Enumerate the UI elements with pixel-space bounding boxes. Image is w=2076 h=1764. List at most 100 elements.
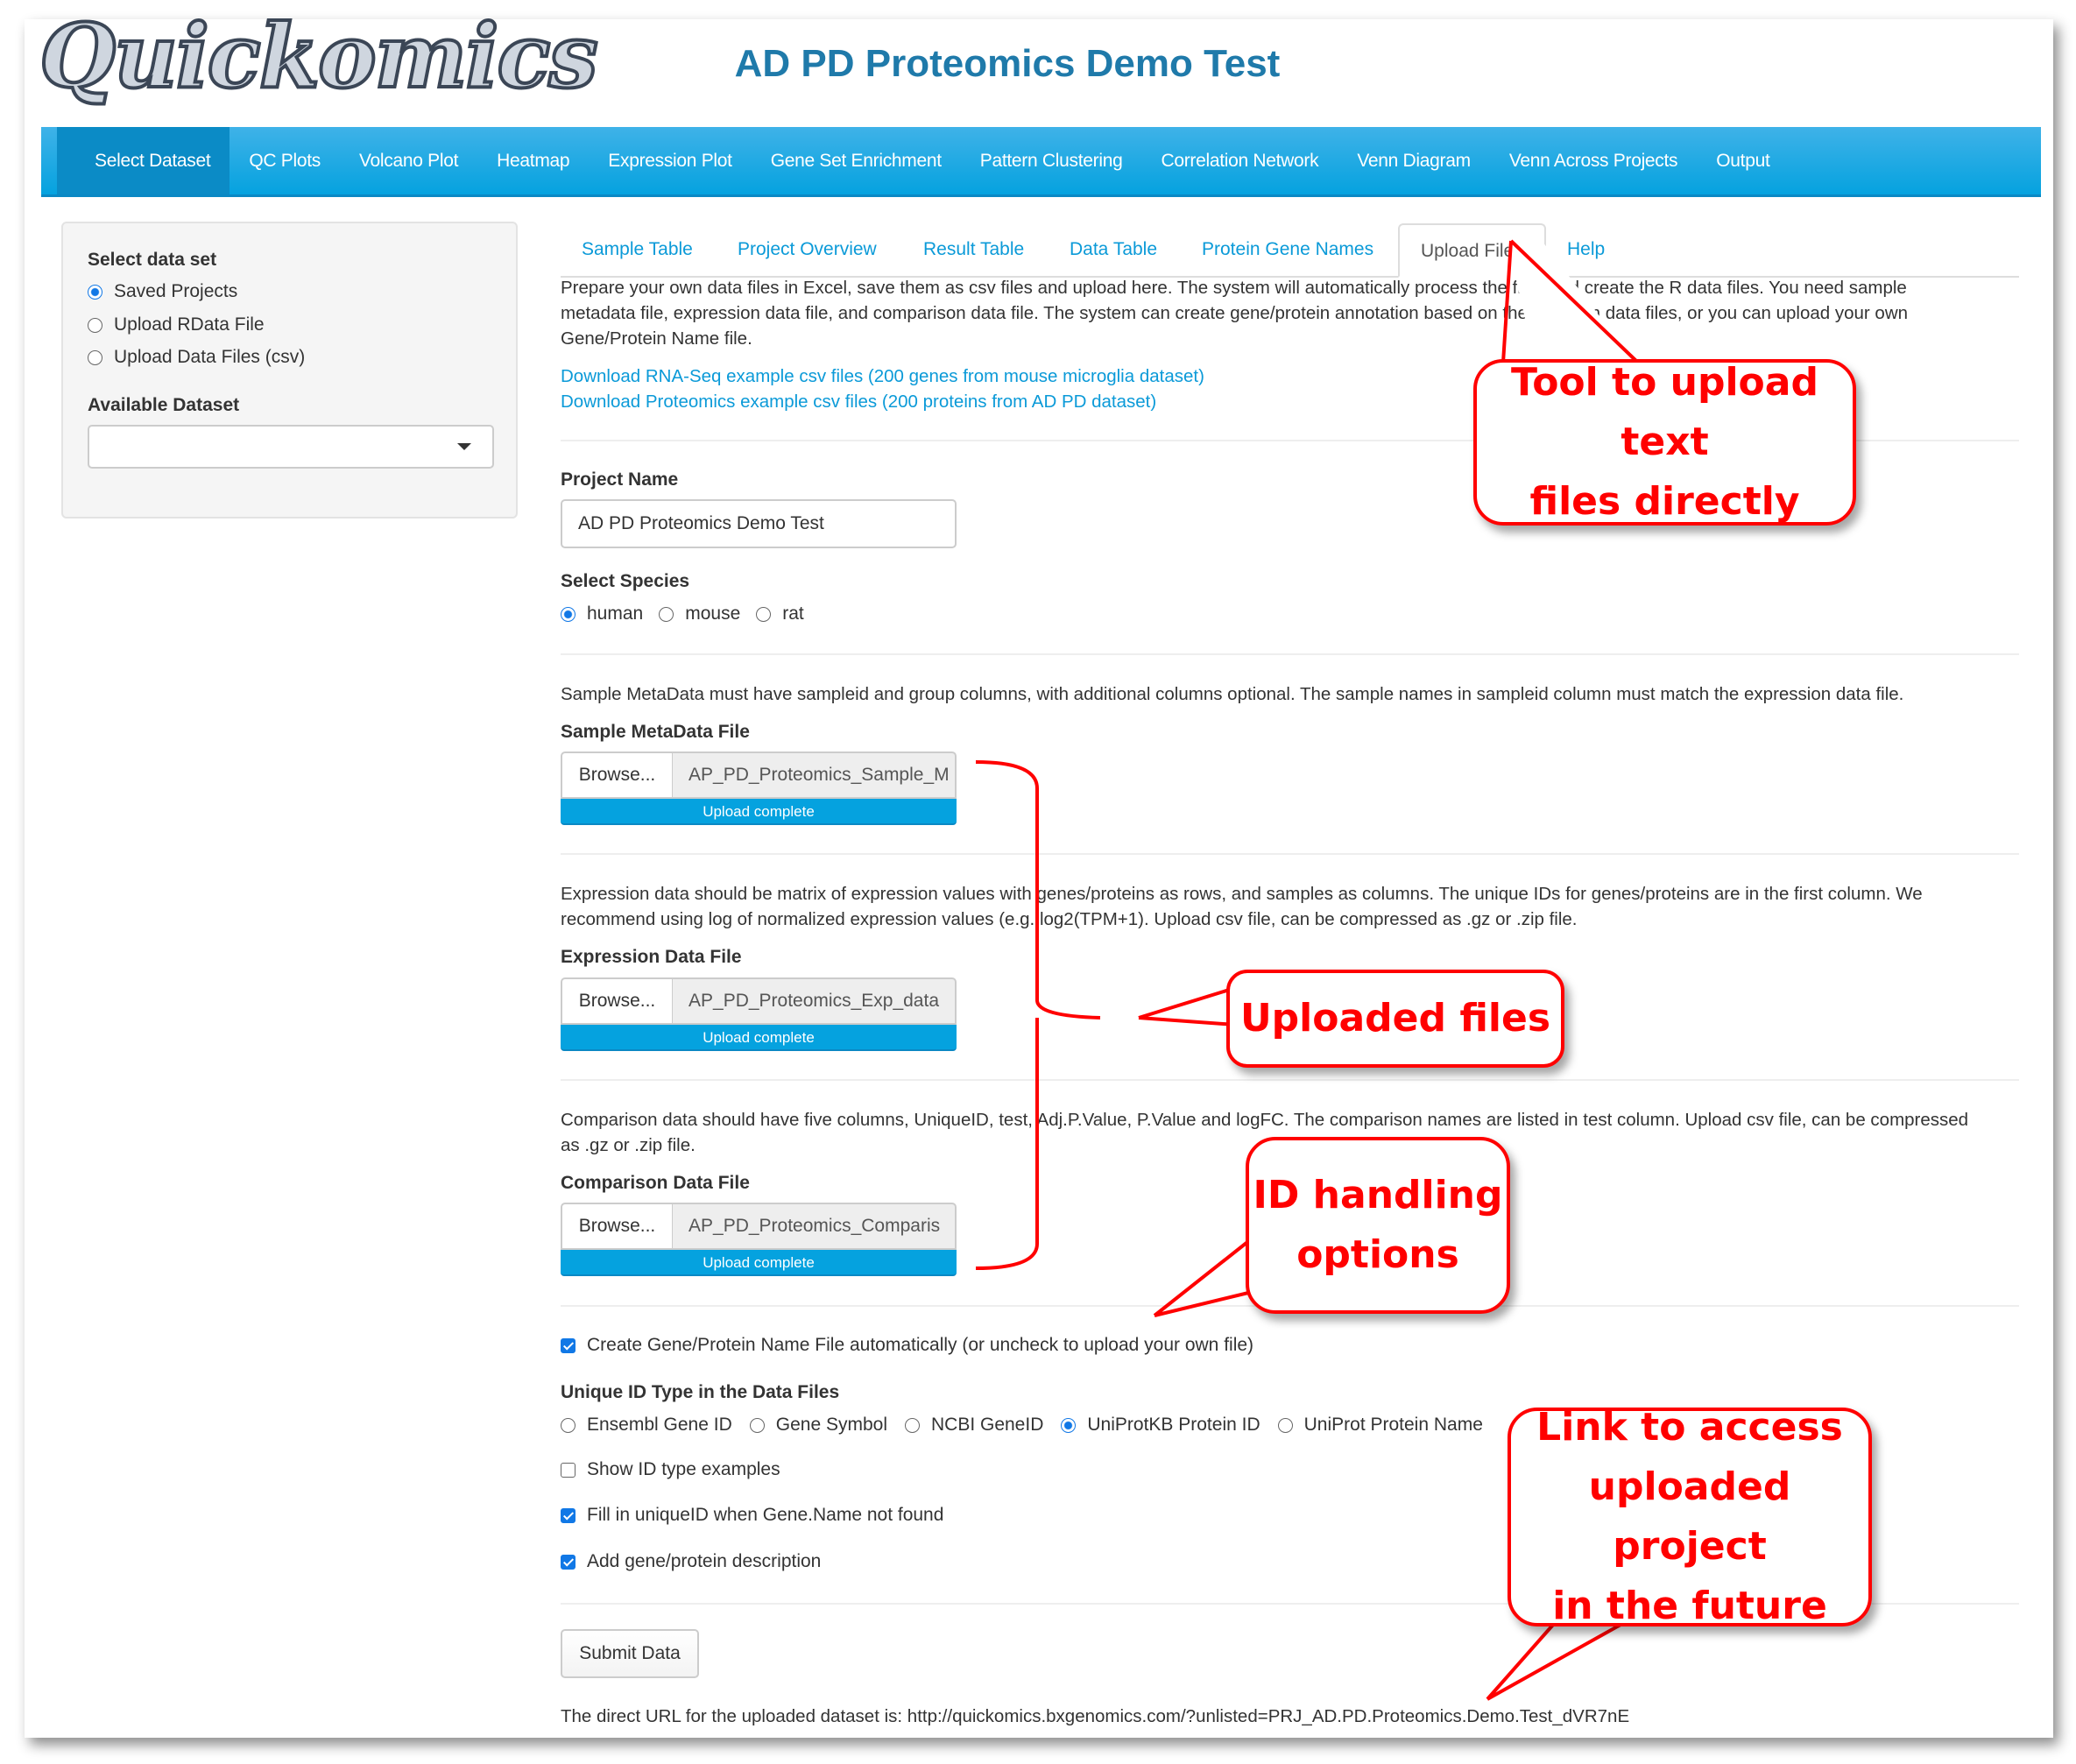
project-name-input[interactable]: AD PD Proteomics Demo Test [561,499,957,548]
tab-upload-files[interactable]: Upload Files [1398,223,1546,278]
metadata-file-input[interactable]: Browse... AP_PD_Proteomics_Sample_M Uplo… [561,751,957,825]
tab-protein-gene-names[interactable]: Protein Gene Names [1202,223,1373,276]
tab-bar: Sample Table Project Overview Result Tab… [561,223,2019,278]
checkbox-checked-icon[interactable] [561,1337,575,1353]
radio-selected-icon[interactable] [88,284,102,300]
auto-name-checkbox[interactable]: Create Gene/Protein Name File automatica… [561,1335,1253,1356]
callout-uploaded-files: Uploaded files [1226,970,1564,1068]
main-navbar: Select Dataset QC Plots Volcano Plot Hea… [41,127,2041,197]
id-type-uniprotkb[interactable]: UniProtKB Protein ID [1087,1415,1260,1436]
callout-text: Tool to upload text [1511,359,1818,464]
tab-result-table[interactable]: Result Table [923,223,1024,276]
intro-line-2: metadata file, expression data file, and… [561,303,1909,323]
comparison-file-label: Comparison Data File [561,1173,750,1193]
callout-text: files directly [1529,479,1800,525]
callout-text: options [1296,1232,1459,1277]
id-type-ncbi[interactable]: NCBI GeneID [931,1415,1043,1436]
project-name-label: Project Name [561,469,679,490]
callout-future-link: Link to access uploaded project in the fut… [1508,1405,1872,1628]
nav-gene-set-enrichment[interactable]: Gene Set Enrichment [752,127,961,194]
nav-pattern-clustering[interactable]: Pattern Clustering [961,127,1142,194]
download-rnaseq-example-link[interactable]: Download RNA-Seq example csv files (200 … [561,363,1204,389]
radio-upload-csv[interactable]: Upload Data Files (csv) [88,347,305,368]
nav-qc-plots[interactable]: QC Plots [229,127,340,194]
callout-text: in the future [1552,1584,1827,1629]
metadata-file-label: Sample MetaData File [561,722,750,742]
species-rat[interactable]: rat [782,603,804,624]
divider [561,653,2019,655]
species-radio-group: human mouse rat [561,603,804,624]
metadata-browse-button[interactable]: Browse... [561,751,673,799]
chevron-down-icon [457,443,471,450]
id-type-label: Unique ID Type in the Data Files [561,1382,840,1402]
tab-data-table[interactable]: Data Table [1070,223,1157,276]
submit-data-button[interactable]: Submit Data [561,1629,699,1678]
radio-label: Upload RData File [114,314,265,335]
tab-help[interactable]: Help [1567,223,1605,276]
sidebar-panel: Select data set Saved Projects Upload RD… [61,222,518,519]
callout-text: uploaded project [1588,1464,1791,1569]
radio-mouse-icon[interactable] [659,606,674,622]
checkbox-label: Create Gene/Protein Name File automatica… [587,1335,1254,1355]
expression-file-input[interactable]: Browse... AP_PD_Proteomics_Exp_data Uplo… [561,977,957,1051]
nav-select-dataset[interactable]: Select Dataset [57,127,230,194]
tab-sample-table[interactable]: Sample Table [582,223,693,276]
id-type-radio-group: Ensembl Gene ID Gene Symbol NCBI GeneID … [561,1415,1483,1436]
callout-text: Link to access [1536,1404,1843,1450]
comparison-file-input[interactable]: Browse... AP_PD_Proteomics_Comparis Uplo… [561,1203,957,1276]
nav-volcano-plot[interactable]: Volcano Plot [340,127,477,194]
callout-id-handling: ID handling options [1246,1137,1510,1314]
available-dataset-select[interactable] [88,425,494,469]
metadata-help-text: Sample MetaData must have sampleid and g… [561,684,1904,704]
page-title: AD PD Proteomics Demo Test [734,42,1281,85]
show-examples-checkbox[interactable]: Show ID type examples [561,1459,780,1480]
nav-venn-across-projects[interactable]: Venn Across Projects [1490,127,1697,194]
id-type-ensembl[interactable]: Ensembl Gene ID [587,1415,732,1436]
checkbox-checked-icon[interactable] [561,1507,575,1523]
radio-gene-symbol-icon[interactable] [749,1417,765,1433]
species-human[interactable]: human [587,603,643,624]
radio-label: Upload Data Files (csv) [114,347,306,367]
radio-human-icon[interactable] [561,606,575,622]
metadata-file-name: AP_PD_Proteomics_Sample_M [673,751,957,799]
checkbox-icon[interactable] [561,1462,575,1478]
fill-unique-id-checkbox[interactable]: Fill in uniqueID when Gene.Name not foun… [561,1505,943,1526]
nav-correlation-network[interactable]: Correlation Network [1141,127,1338,194]
expression-file-label: Expression Data File [561,947,742,967]
callout-text: Uploaded files [1239,995,1551,1041]
radio-ensembl-icon[interactable] [561,1417,575,1433]
radio-icon[interactable] [88,317,102,333]
intro-line-1: Prepare your own data files in Excel, sa… [561,278,1907,298]
direct-url-text[interactable]: The direct URL for the uploaded dataset … [561,1704,2019,1729]
checkbox-checked-icon[interactable] [561,1554,575,1570]
radio-uniprotkb-icon[interactable] [1061,1417,1077,1433]
id-type-gene-symbol[interactable]: Gene Symbol [776,1415,887,1436]
expression-browse-button[interactable]: Browse... [561,977,673,1025]
metadata-upload-progress: Upload complete [561,799,957,825]
intro-line-3: Gene/Protein Name file. [561,328,752,349]
nav-output[interactable]: Output [1697,127,1789,194]
radio-upload-rdata[interactable]: Upload RData File [88,314,265,335]
comparison-file-name: AP_PD_Proteomics_Comparis [673,1203,957,1250]
radio-icon[interactable] [88,349,102,365]
select-dataset-label: Select data set [88,250,217,270]
radio-rat-icon[interactable] [756,606,772,622]
checkbox-label: Fill in uniqueID when Gene.Name not foun… [587,1505,944,1525]
add-description-checkbox[interactable]: Add gene/protein description [561,1551,821,1572]
tab-project-overview[interactable]: Project Overview [738,223,877,276]
radio-saved-projects[interactable]: Saved Projects [88,281,237,302]
comparison-browse-button[interactable]: Browse... [561,1203,673,1250]
radio-uniprot-name-icon[interactable] [1277,1417,1293,1433]
download-proteomics-example-link[interactable]: Download Proteomics example csv files (2… [561,389,1156,414]
radio-ncbi-icon[interactable] [904,1417,920,1433]
comparison-help-line-1: Comparison data should have five columns… [561,1110,1969,1130]
nav-heatmap[interactable]: Heatmap [477,127,589,194]
expression-file-name: AP_PD_Proteomics_Exp_data [673,977,957,1025]
nav-expression-plot[interactable]: Expression Plot [589,127,751,194]
species-mouse[interactable]: mouse [685,603,740,624]
id-type-uniprot-name[interactable]: UniProt Protein Name [1304,1415,1483,1436]
divider [561,1079,2019,1081]
comparison-upload-progress: Upload complete [561,1250,957,1276]
expression-upload-progress: Upload complete [561,1025,957,1051]
nav-venn-diagram[interactable]: Venn Diagram [1338,127,1489,194]
